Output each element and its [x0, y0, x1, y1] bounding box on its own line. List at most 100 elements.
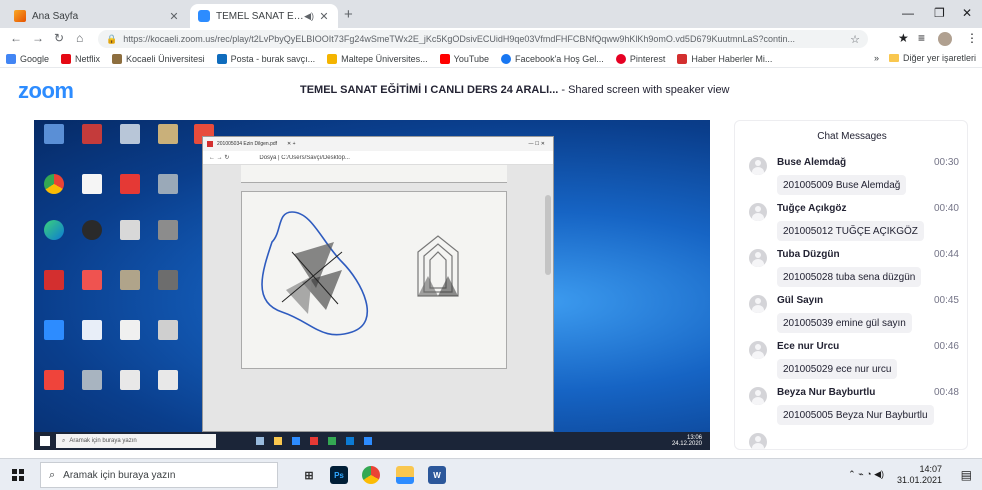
- avatar: [749, 433, 767, 449]
- bookmark-google[interactable]: Google: [6, 53, 49, 64]
- bookmark-youtube[interactable]: YouTube: [439, 53, 489, 64]
- task-view-icon[interactable]: ⊞: [300, 466, 318, 484]
- minimize-icon[interactable]: —: [902, 6, 914, 20]
- image-icon: [152, 174, 184, 196]
- browser-tab-strip: Ana Sayfa ✕ TEMEL SANAT EĞİTİMİ I CAN ◀)…: [0, 0, 982, 28]
- chat-message: Buse Alemdağ 00:30 201005009 Buse Alemda…: [745, 155, 963, 201]
- message-text: 201005012 TUĞÇE AÇIKGÖZ: [777, 221, 924, 241]
- sender-name: Tuğçe Açıkgöz: [777, 203, 847, 214]
- pinterest-icon: [615, 53, 626, 64]
- restore-icon[interactable]: ❐: [934, 6, 945, 20]
- message-time[interactable]: 00:40: [934, 203, 959, 214]
- sender-name: Tuba Düzgün: [777, 249, 840, 260]
- shared-screen-video[interactable]: 201005034 Ezin Dilgen.pdf ✕ + — ☐ ✕ ← → …: [34, 120, 710, 450]
- zoom-icon: [38, 320, 70, 342]
- menu-icon[interactable]: ⋮: [966, 31, 978, 45]
- image-icon: [114, 320, 146, 342]
- chat-panel: Chat Messages Buse Alemdağ 00:30 2010050…: [734, 120, 968, 450]
- windows-start-icon[interactable]: [12, 469, 24, 481]
- message-text: 201005039 emine gül sayın: [777, 313, 912, 333]
- file-explorer-icon[interactable]: [396, 466, 414, 484]
- image-icon: [114, 270, 146, 292]
- avatar: [749, 249, 767, 267]
- edge-icon: [38, 220, 70, 242]
- message-time[interactable]: 00:44: [934, 249, 959, 260]
- bookmark-pinterest[interactable]: Pinterest: [615, 53, 665, 64]
- avatar: [749, 157, 767, 175]
- chevron-right-icon: »: [873, 53, 879, 63]
- tab-title: Ana Sayfa: [32, 10, 79, 22]
- search-icon: ⌕: [62, 437, 66, 444]
- message-time[interactable]: 00:30: [934, 157, 959, 168]
- pdf-page: [241, 191, 507, 369]
- bookmark-haber[interactable]: Haber Haberler Mi...: [677, 53, 772, 64]
- remote-taskbar-apps: [256, 437, 372, 445]
- image-icon: [152, 320, 184, 342]
- bookmark-maltepe[interactable]: Maltepe Üniversites...: [327, 53, 428, 64]
- search-icon: ⌕: [49, 468, 56, 481]
- zoom-header: zoom TEMEL SANAT EĞİTİMİ I CANLI DERS 24…: [0, 68, 982, 112]
- speaker-icon[interactable]: ◀): [304, 11, 314, 22]
- bookmark-posta[interactable]: Posta - burak savçı...: [216, 53, 315, 64]
- bookmark-netflix[interactable]: Netflix: [61, 53, 100, 64]
- reload-icon[interactable]: ↻: [54, 31, 64, 45]
- meeting-title: TEMEL SANAT EĞİTİMİ I CANLI DERS 24 ARAL…: [300, 84, 730, 96]
- sender-name: Buse Alemdağ: [777, 157, 847, 168]
- tab-ana-sayfa[interactable]: Ana Sayfa ✕: [6, 4, 188, 28]
- netflix-icon: [61, 53, 72, 64]
- back-icon[interactable]: ←: [10, 31, 22, 45]
- news-icon: [677, 53, 688, 64]
- message-time[interactable]: 00:46: [934, 341, 959, 352]
- chat-message: Gül Sayın 00:45 201005039 emine gül sayı…: [745, 293, 963, 339]
- maltepe-icon: [327, 53, 338, 64]
- image-icon: [76, 370, 108, 392]
- url-text: https://kocaeli.zoom.us/rec/play/t2LvPby…: [123, 34, 796, 44]
- close-icon[interactable]: ✕: [168, 10, 180, 23]
- other-bookmarks[interactable]: » Diğer yer işaretleri: [874, 53, 976, 63]
- bookmarks-bar: Google Netflix Kocaeli Üniversitesi Post…: [0, 50, 982, 68]
- extension-icon[interactable]: ★: [898, 31, 909, 45]
- reading-list-icon[interactable]: ≡: [918, 31, 925, 45]
- chat-message: Tuğçe Açıkgöz 00:40 201005012 TUĞÇE AÇIK…: [745, 201, 963, 247]
- reload-icon: ← → ↻: [209, 155, 230, 161]
- tab-zoom-recording[interactable]: TEMEL SANAT EĞİTİMİ I CAN ◀) ✕: [190, 4, 338, 28]
- zoom-logo[interactable]: zoom: [18, 78, 74, 104]
- desktop-icon: [114, 124, 146, 146]
- facebook-icon: [501, 53, 512, 64]
- bookmark-kocaeli[interactable]: Kocaeli Üniversitesi: [112, 53, 205, 64]
- window-close-icon[interactable]: ✕: [962, 6, 972, 20]
- desktop-icon: [76, 124, 108, 146]
- pdf-viewer: [203, 165, 553, 431]
- avatar: [749, 295, 767, 313]
- artwork-drawing: [261, 211, 459, 336]
- bookmark-facebook[interactable]: Facebook'a Hoş Gel...: [501, 53, 604, 64]
- photoshop-icon[interactable]: Ps: [330, 466, 348, 484]
- bookmark-star-icon[interactable]: ☆: [850, 33, 860, 46]
- taskbar-search-box[interactable]: ⌕ Aramak için buraya yazın: [40, 462, 278, 488]
- address-bar[interactable]: 🔒 https://kocaeli.zoom.us/rec/play/t2LvP…: [98, 30, 868, 48]
- forward-icon[interactable]: →: [32, 31, 44, 45]
- chat-message: Ece nur Urcu 00:46 201005029 ece nur urc…: [745, 339, 963, 385]
- lock-icon: 🔒: [106, 33, 118, 44]
- new-tab-button[interactable]: +: [344, 6, 353, 23]
- avatar: [749, 203, 767, 221]
- home-icon[interactable]: ⌂: [76, 31, 83, 45]
- chrome-icon[interactable]: [362, 466, 380, 484]
- message-time[interactable]: 00:48: [934, 387, 959, 398]
- pdf-scrollbar: [545, 195, 551, 275]
- taskbar-clock[interactable]: 14:07 31.01.2021: [897, 464, 942, 486]
- profile-avatar[interactable]: [938, 32, 952, 46]
- word-icon[interactable]: W: [428, 466, 446, 484]
- close-icon[interactable]: ✕: [318, 10, 330, 23]
- image-icon: [152, 220, 184, 242]
- remote-tab-title: 201005034 Ezin Dilgen.pdf: [217, 141, 278, 147]
- tab-title: TEMEL SANAT EĞİTİMİ I CAN: [216, 10, 305, 22]
- pen-icon: [14, 10, 26, 22]
- chat-title: Chat Messages: [817, 131, 887, 142]
- chrome-icon: [38, 174, 70, 196]
- message-time[interactable]: 00:45: [934, 295, 959, 306]
- pdf-page-previous: [241, 165, 507, 183]
- system-tray-icons[interactable]: ⌃ ⌁ ◔ ◀): [848, 469, 884, 480]
- notification-icon[interactable]: ▤: [961, 468, 972, 482]
- browser-toolbar: ← → ↻ ⌂ 🔒 https://kocaeli.zoom.us/rec/pl…: [0, 28, 982, 50]
